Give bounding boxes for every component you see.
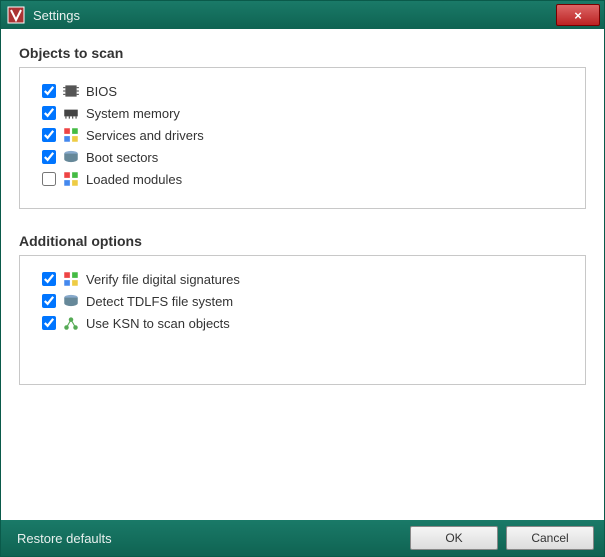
network-icon: [62, 315, 80, 331]
label-bios: BIOS: [86, 84, 117, 99]
additional-section-box: Verify file digital signatures Detect TD…: [19, 255, 586, 385]
label-loaded-modules: Loaded modules: [86, 172, 182, 187]
label-system-memory: System memory: [86, 106, 180, 121]
disk-icon: [62, 293, 80, 309]
checkbox-loaded-modules[interactable]: [42, 172, 56, 186]
restore-defaults-link[interactable]: Restore defaults: [17, 531, 402, 546]
label-services-drivers: Services and drivers: [86, 128, 204, 143]
label-use-ksn: Use KSN to scan objects: [86, 316, 230, 331]
checkbox-bios[interactable]: [42, 84, 56, 98]
disk-icon: [62, 149, 80, 165]
option-boot-sectors: Boot sectors: [42, 146, 567, 168]
checkbox-detect-tdlfs[interactable]: [42, 294, 56, 308]
checkbox-use-ksn[interactable]: [42, 316, 56, 330]
option-bios: BIOS: [42, 80, 567, 102]
option-detect-tdlfs: Detect TDLFS file system: [42, 290, 567, 312]
option-services-drivers: Services and drivers: [42, 124, 567, 146]
additional-section-title: Additional options: [19, 233, 586, 249]
window-title: Settings: [33, 8, 556, 23]
windows-icon: [62, 271, 80, 287]
cancel-button[interactable]: Cancel: [506, 526, 594, 550]
windows-icon: [62, 171, 80, 187]
option-system-memory: System memory: [42, 102, 567, 124]
checkbox-services-drivers[interactable]: [42, 128, 56, 142]
app-logo-icon: [7, 6, 25, 24]
ok-button[interactable]: OK: [410, 526, 498, 550]
dialog-content: Objects to scan BIOS System memory Servi…: [1, 29, 604, 520]
checkbox-system-memory[interactable]: [42, 106, 56, 120]
checkbox-verify-signatures[interactable]: [42, 272, 56, 286]
close-button[interactable]: ×: [556, 4, 600, 26]
chip-icon: [62, 83, 80, 99]
option-use-ksn: Use KSN to scan objects: [42, 312, 567, 334]
memory-icon: [62, 105, 80, 121]
checkbox-boot-sectors[interactable]: [42, 150, 56, 164]
label-verify-signatures: Verify file digital signatures: [86, 272, 240, 287]
windows-icon: [62, 127, 80, 143]
option-loaded-modules: Loaded modules: [42, 168, 567, 190]
settings-dialog: Settings × Objects to scan BIOS System m…: [0, 0, 605, 557]
objects-section-title: Objects to scan: [19, 45, 586, 61]
titlebar: Settings ×: [1, 1, 604, 29]
option-verify-signatures: Verify file digital signatures: [42, 268, 567, 290]
label-detect-tdlfs: Detect TDLFS file system: [86, 294, 233, 309]
close-icon: ×: [574, 8, 582, 23]
dialog-footer: Restore defaults OK Cancel: [1, 520, 604, 556]
objects-section-box: BIOS System memory Services and drivers …: [19, 67, 586, 209]
label-boot-sectors: Boot sectors: [86, 150, 158, 165]
